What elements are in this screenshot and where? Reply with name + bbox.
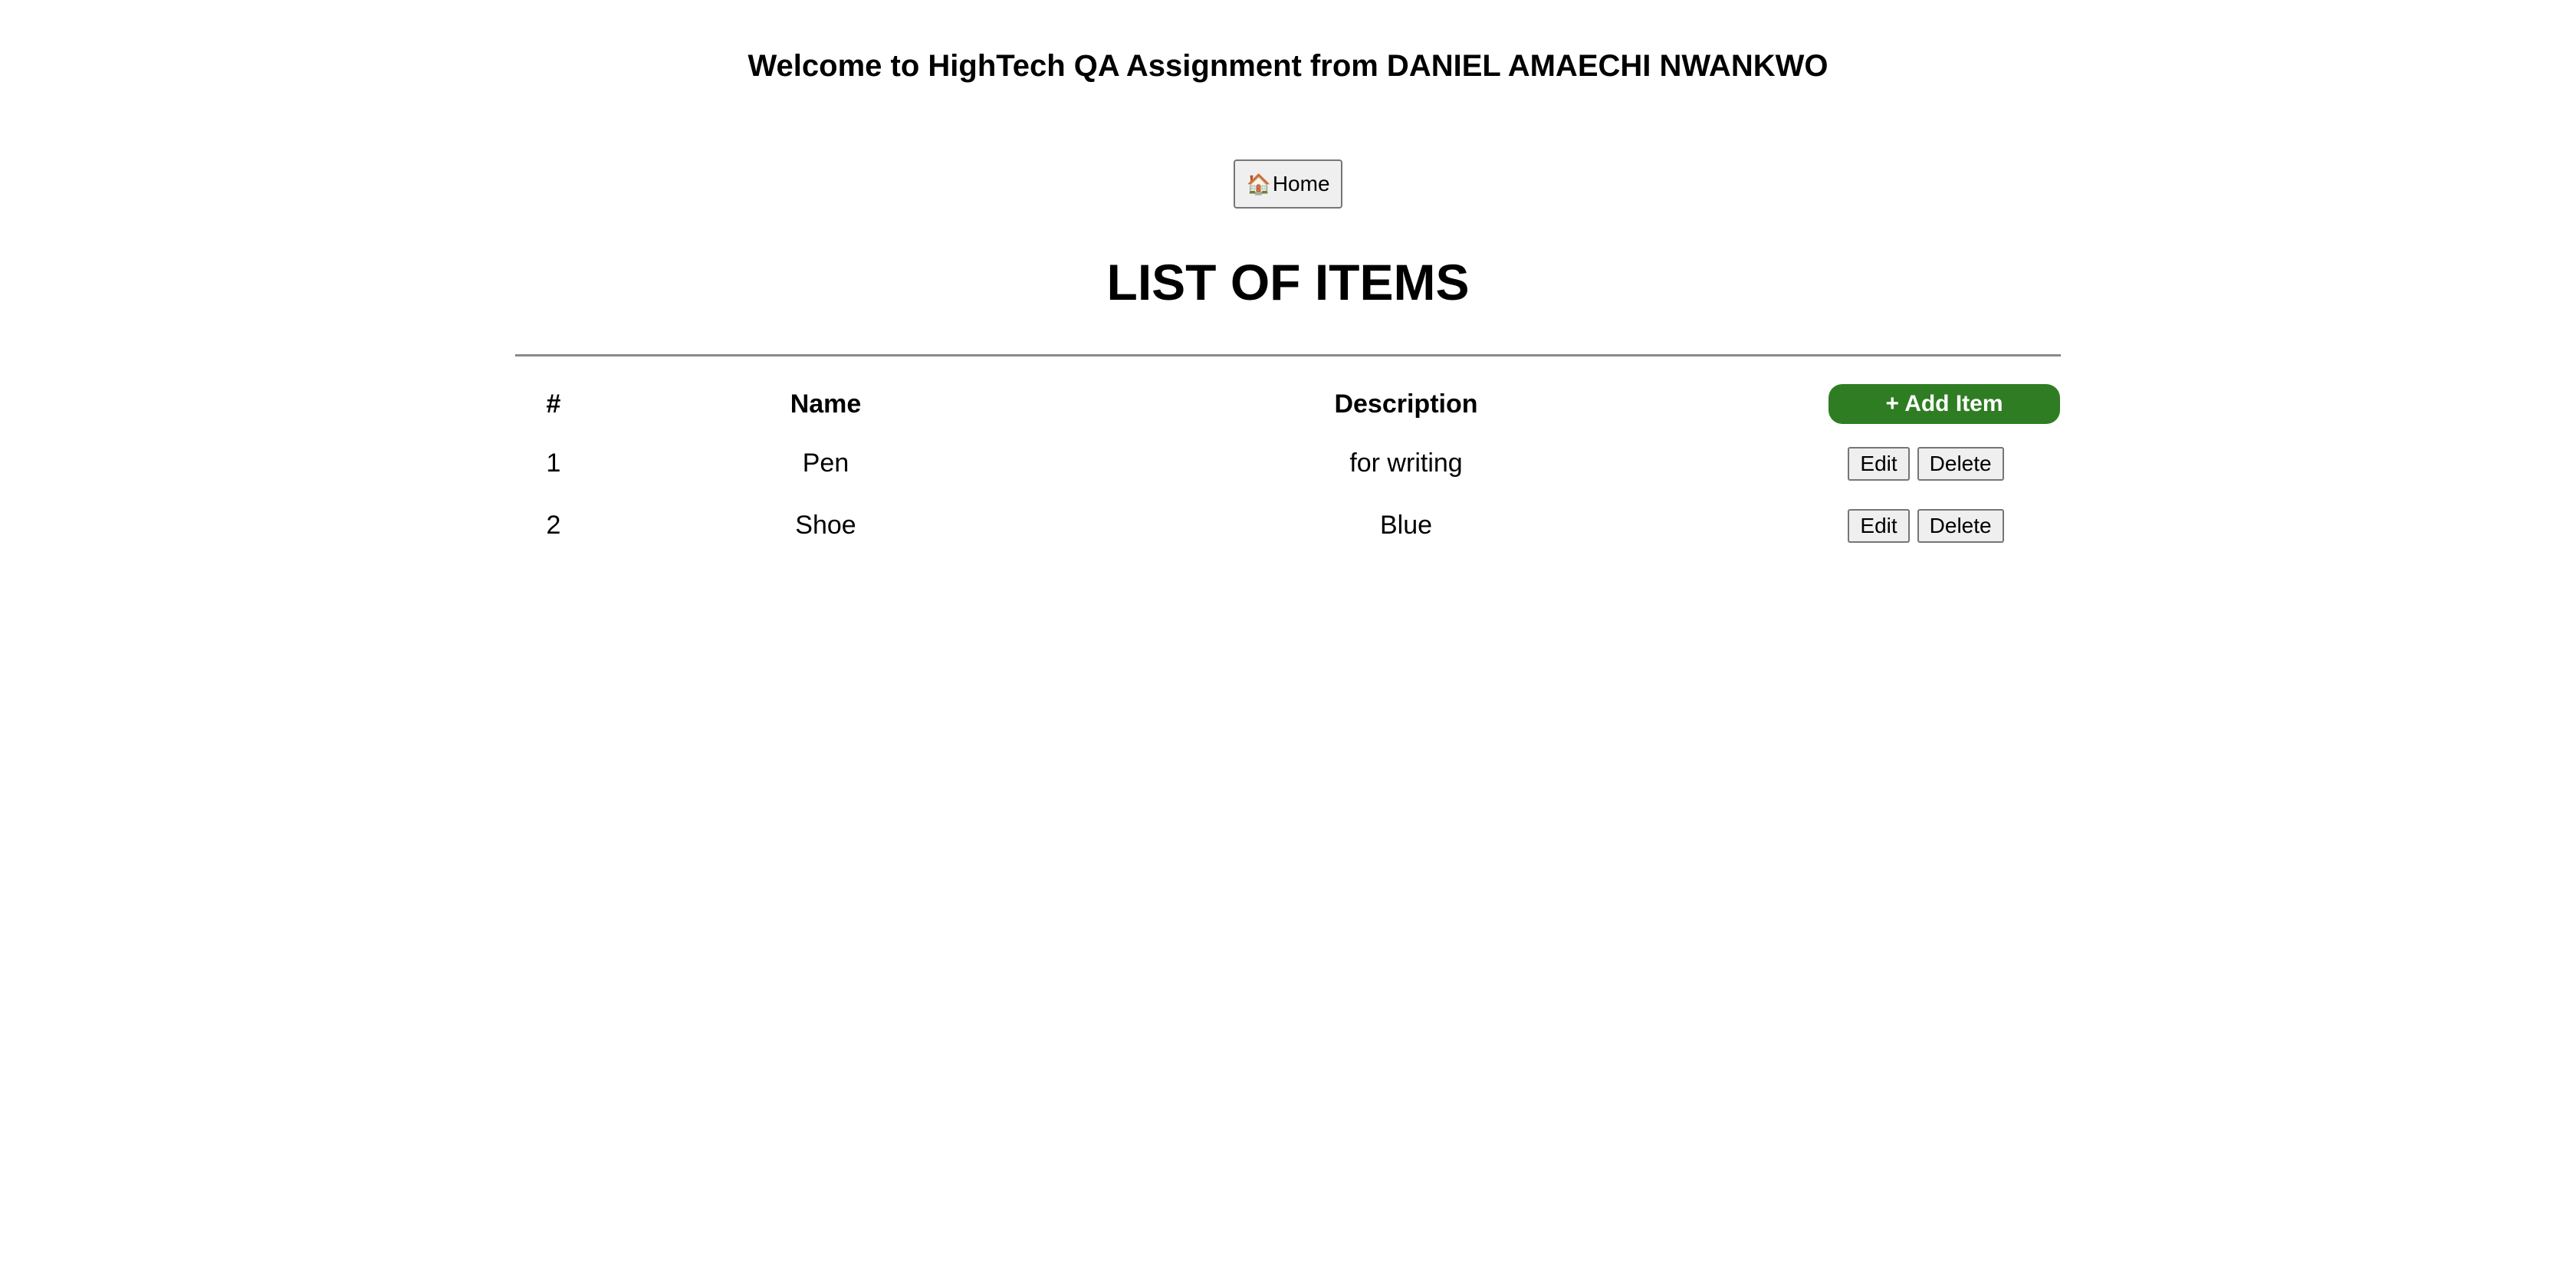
home-button[interactable]: 🏠 Home (1234, 159, 1342, 209)
column-header-actions: + Add Item (1753, 376, 2061, 432)
add-item-button[interactable]: + Add Item (1829, 384, 2060, 424)
home-nav: 🏠 Home (0, 159, 2576, 209)
column-header-number: # (546, 389, 561, 419)
welcome-heading: Welcome to HighTech QA Assignment from D… (748, 49, 1829, 83)
row-number: 2 (546, 511, 561, 540)
row-actions: Edit Delete (1753, 495, 2061, 557)
row-actions: Edit Delete (1753, 432, 2061, 495)
edit-button[interactable]: Edit (1848, 508, 1910, 543)
row-description: Blue (1379, 511, 1433, 540)
home-button-label: Home (1272, 172, 1330, 196)
row-number: 1 (546, 449, 561, 478)
table-row: 2 Shoe Blue Edit Delete (515, 495, 2061, 557)
items-table: # Name Description + Add Item 1 Pen for … (515, 376, 2061, 557)
divider (515, 354, 2061, 356)
row-name: Pen (802, 449, 849, 478)
house-icon: 🏠 (1246, 172, 1271, 196)
table-header-row: # Name Description + Add Item (515, 376, 2061, 432)
row-description: for writing (1349, 449, 1463, 478)
column-header-name: Name (790, 389, 862, 419)
delete-button[interactable]: Delete (1917, 508, 2004, 543)
column-header-description: Description (1334, 389, 1478, 419)
row-name: Shoe (795, 511, 856, 540)
table-row: 1 Pen for writing Edit Delete (515, 432, 2061, 495)
delete-button[interactable]: Delete (1917, 446, 2004, 481)
edit-button[interactable]: Edit (1848, 446, 1910, 481)
list-title: LIST OF ITEMS (1106, 254, 1470, 310)
